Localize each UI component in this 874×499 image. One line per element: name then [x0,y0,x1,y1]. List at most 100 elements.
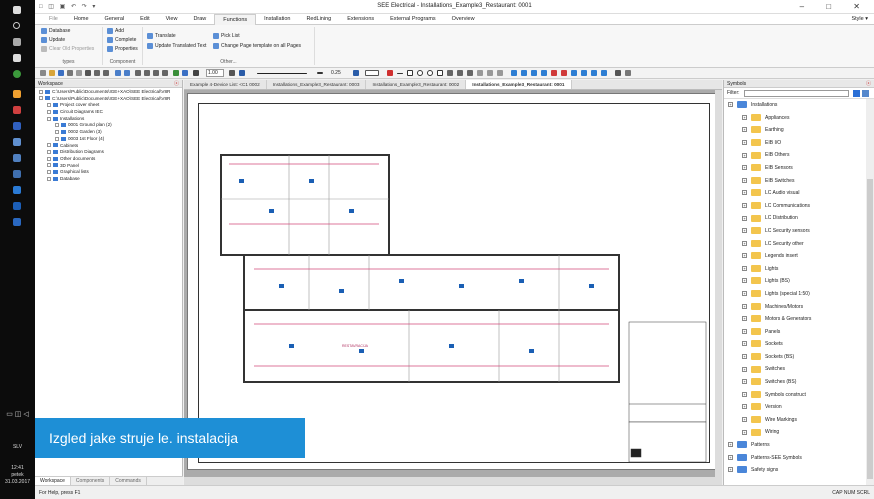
expand-icon[interactable] [47,103,51,108]
change-page-template-button[interactable]: Change Page template on all Pages [213,43,301,49]
draw-circle-icon[interactable] [417,70,423,76]
tree-item[interactable]: Project cover sheet [35,102,182,109]
copy-icon[interactable] [94,70,100,76]
expand-icon[interactable] [47,143,51,148]
dimension-icon[interactable] [467,70,473,76]
symbol-folder[interactable]: + Sockets [724,338,874,351]
update-button[interactable]: Update [41,37,65,43]
doc-tab-0001[interactable]: Installations_Example3_Restaurant: 0001 [466,80,572,89]
close-icon[interactable]: ⓧ [174,80,179,88]
symbols-scrollbar[interactable] [866,99,874,485]
expand-icon[interactable]: + [742,341,747,347]
update-translated-text-button[interactable]: Update Translated Text [147,43,206,49]
app-icon-6[interactable] [13,154,21,162]
expand-icon[interactable] [39,89,43,94]
symbol-folder[interactable]: + Lights [724,263,874,276]
translate-button[interactable]: Translate [147,33,176,39]
symbol-folder[interactable]: + Symbols construct [724,389,874,402]
pen-color-icon[interactable] [239,70,245,76]
zoom-in-icon[interactable] [135,70,141,76]
chrome-icon[interactable] [13,70,21,78]
save-icon[interactable] [58,70,64,76]
tree-item[interactable]: Distribution Diagrams [35,149,182,156]
redo-icon[interactable] [124,70,130,76]
draw-text-icon[interactable] [457,70,463,76]
tree-item[interactable]: C:\Users\Public\Documents\IGE+XAO\SEE El… [35,89,182,96]
settings-icon[interactable] [625,70,631,76]
line-width-field[interactable]: 0.25 [331,69,341,77]
symbol-folder[interactable]: + EIB Others [724,149,874,162]
tab-edit[interactable]: Edit [132,14,157,25]
tab-general[interactable]: General [97,14,133,25]
symbol-folder[interactable]: + Version [724,401,874,414]
expand-icon[interactable] [47,156,51,161]
draw-arc-icon[interactable] [447,70,453,76]
draw-polygon-icon[interactable] [437,70,443,76]
stretch-icon[interactable] [571,70,577,76]
print-icon[interactable] [67,70,73,76]
expand-icon[interactable] [47,149,51,154]
array-icon[interactable] [581,70,587,76]
symbol-folder[interactable]: + Installations [724,99,874,112]
database-button[interactable]: Database [41,28,70,34]
tree-item[interactable]: Cabinets [35,143,182,150]
layer-icon[interactable] [193,70,199,76]
app-icon-see-electrical[interactable] [13,186,21,194]
add-button[interactable]: Add [107,28,124,34]
tab-extensions[interactable]: Extensions [339,14,382,25]
expand-icon[interactable]: + [742,215,747,221]
symbol-folder[interactable]: + LC Security sensors [724,225,874,238]
expand-icon[interactable]: + [742,152,747,158]
expand-icon[interactable] [55,129,59,134]
expand-icon[interactable]: + [742,177,747,183]
tree-item[interactable]: C:\Users\Public\Documents\IGE+XAO\SEE El… [35,96,182,103]
paste-icon[interactable] [103,70,109,76]
properties-button[interactable]: Properties [107,46,138,52]
draw-line-icon[interactable] [397,73,403,74]
fill-color-icon[interactable] [353,70,359,76]
mirror-icon[interactable] [531,70,537,76]
color-picker-icon[interactable] [387,70,393,76]
tab-components[interactable]: Components [71,477,111,485]
expand-icon[interactable]: + [742,354,747,360]
grid-icon[interactable] [173,70,179,76]
app-icon-9[interactable] [13,218,21,226]
tree-item[interactable]: Graphical lists [35,169,182,176]
tree-item[interactable]: Database [35,176,182,183]
symbol-folder[interactable]: + Machines/Motors [724,301,874,314]
expand-icon[interactable]: + [742,366,747,372]
expand-icon[interactable]: + [742,228,747,234]
tree-item[interactable]: Installations [35,116,182,123]
symbol-folder[interactable]: + Patterns [724,439,874,452]
doc-tab-0002[interactable]: Installations_Example3_Restaurant: 0002 [366,80,467,89]
doc-tab-device-list[interactable]: Example 4-Device List: <C1 0002 [184,80,267,89]
drawing-sheet[interactable]: RESTAVRACIJA [187,93,717,470]
symbol-folder[interactable]: + Sockets (BS) [724,351,874,364]
expand-icon[interactable]: + [742,127,747,133]
symbol-folder[interactable]: + EIB Sensors [724,162,874,175]
clear-old-properties-button[interactable]: Clear Old Properties [41,46,94,52]
style-dropdown[interactable]: Style ▾ [851,16,868,22]
symbol-folder[interactable]: + EIB I/O [724,137,874,150]
expand-icon[interactable] [47,109,51,114]
expand-icon[interactable]: + [742,240,747,246]
tab-view[interactable]: View [158,14,186,25]
symbol-folder[interactable]: + Earthing [724,124,874,137]
expand-icon[interactable]: + [728,442,733,448]
expand-icon[interactable] [47,170,51,175]
expand-icon[interactable]: + [742,190,747,196]
expand-icon[interactable]: + [742,291,747,297]
app-icon-1[interactable] [13,54,21,62]
tab-functions[interactable]: Functions [214,13,257,25]
snap-icon[interactable] [182,70,188,76]
expand-icon[interactable]: + [742,328,747,334]
tab-draw[interactable]: Draw [185,14,214,25]
zoom-field[interactable]: 1.00 [206,69,224,77]
line-weight-icon[interactable] [317,72,323,74]
expand-icon[interactable]: + [742,165,747,171]
symbol-folder[interactable]: + Wire Markings [724,414,874,427]
zoom-out-icon[interactable] [144,70,150,76]
app-icon-8[interactable] [13,202,21,210]
zoom-window-icon[interactable] [153,70,159,76]
line-style-dropdown[interactable] [257,73,307,74]
